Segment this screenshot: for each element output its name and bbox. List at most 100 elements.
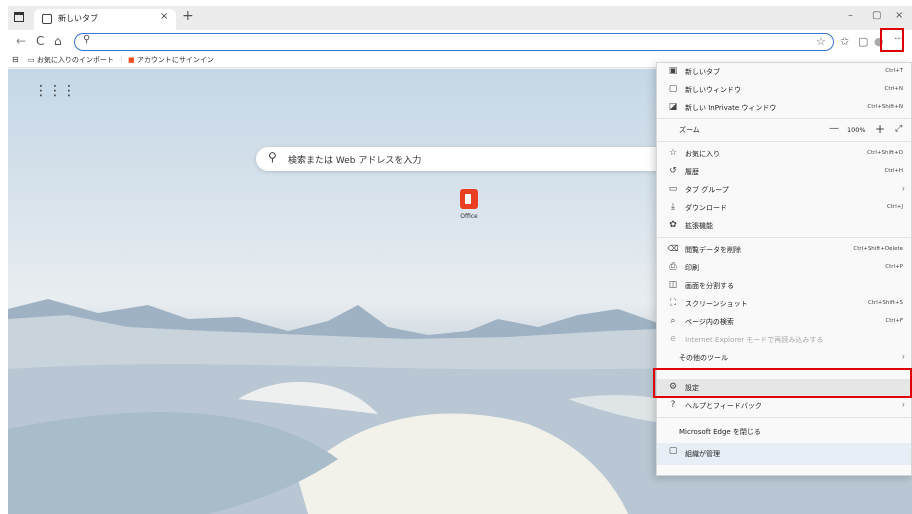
tab-close-icon[interactable]: × xyxy=(160,11,168,22)
bookmark-import[interactable]: ▭ お気に入りのインポート xyxy=(28,55,114,65)
menu-item-label: タブ グループ xyxy=(685,186,729,194)
menu-item-shortcut: Ctrl+N xyxy=(884,86,903,92)
menu-item-label: 画面を分割する xyxy=(685,282,734,290)
menu-item-more-tools[interactable]: その他のツール › xyxy=(657,349,911,367)
menu-item-extensions[interactable]: ✿ 拡張機能 xyxy=(657,217,911,235)
folder-icon: ▭ xyxy=(28,56,37,64)
menu-item-ie-mode: e Internet Explorer モードで再読み込みする xyxy=(657,331,911,349)
menu-item-label: Microsoft Edge を閉じる xyxy=(679,428,761,436)
refresh-button[interactable]: C xyxy=(36,34,44,48)
menu-item-label: その他のツール xyxy=(679,354,728,362)
search-icon: ⚲ xyxy=(268,150,277,164)
tab-groups-icon: ▭ xyxy=(668,184,678,194)
settings-highlight xyxy=(653,368,912,398)
settings-and-more-menu: ▣ 新しいタブ Ctrl+T ▢ 新しいウィンドウ Ctrl+N ◪ 新しい I… xyxy=(656,62,912,476)
favorites-icon[interactable]: ✩ xyxy=(840,35,849,48)
chevron-right-icon: › xyxy=(901,400,905,409)
menu-item-label: 組織が管理 xyxy=(685,450,720,458)
browser-window: 新しいタブ × + – ▢ × ← C ⌂ ⚲ ☆ ✩ ▢ ● ··· ⊟ ▭ … xyxy=(8,6,912,514)
minimize-button[interactable]: – xyxy=(848,10,853,21)
zoom-in-button[interactable]: + xyxy=(875,122,885,136)
menu-item-shortcut: Ctrl+H xyxy=(884,168,903,174)
menu-item-find-on-page[interactable]: ⌕ ページ内の検索 Ctrl+F xyxy=(657,313,911,331)
divider xyxy=(657,237,911,238)
menu-item-downloads[interactable]: ⤓ ダウンロード Ctrl+J xyxy=(657,199,911,217)
bookmark-label: アカウントにサインイン xyxy=(136,56,214,64)
menu-item-managed-by-org[interactable]: ▢ 組織が管理 xyxy=(657,443,911,465)
menu-item-label: 印刷 xyxy=(685,264,699,272)
back-button[interactable]: ← xyxy=(16,34,26,48)
menu-item-label: スクリーンショット xyxy=(685,300,748,308)
menu-item-shortcut: Ctrl+Shift+S xyxy=(868,300,903,306)
tab-page-icon xyxy=(42,14,52,24)
menu-item-shortcut: Ctrl+P xyxy=(885,264,903,270)
add-favorite-icon[interactable]: ☆ xyxy=(816,35,826,48)
tab-new-tab[interactable]: 新しいタブ × xyxy=(34,9,176,30)
download-icon: ⤓ xyxy=(671,202,675,212)
menu-item-shortcut: Ctrl+Shift+Delete xyxy=(853,246,903,252)
divider xyxy=(657,417,911,418)
fullscreen-icon[interactable]: ⤢ xyxy=(895,124,902,134)
menu-item-label: 閲覧データを削除 xyxy=(685,246,741,254)
trash-icon: ⌫ xyxy=(667,244,679,253)
chevron-right-icon: › xyxy=(901,184,905,193)
web-search-box[interactable]: ⚲ 検索または Web アドレスを入力 xyxy=(256,147,696,171)
menu-item-shortcut: Ctrl+T xyxy=(885,68,903,74)
menu-item-screenshot[interactable]: ⛶ スクリーンショット Ctrl+Shift+S xyxy=(657,295,911,313)
menu-item-new-inprivate-window[interactable]: ◪ 新しい InPrivate ウィンドウ Ctrl+Shift+N xyxy=(657,99,911,117)
menu-item-label: 履歴 xyxy=(685,168,699,176)
menu-item-label: ページ内の検索 xyxy=(685,318,734,326)
new-tab-icon: ▣ xyxy=(668,66,678,76)
screenshot-icon: ⛶ xyxy=(669,298,677,308)
address-bar[interactable]: ⚲ xyxy=(74,33,834,51)
menu-item-split-screen[interactable]: ◫ 画面を分割する xyxy=(657,277,911,295)
menu-item-shortcut: Ctrl+J xyxy=(886,204,903,210)
menu-item-history[interactable]: ↺ 履歴 Ctrl+H xyxy=(657,163,911,181)
menu-item-favorites[interactable]: ☆ お気に入り Ctrl+Shift+O xyxy=(657,145,911,163)
extensions-icon: ✿ xyxy=(669,220,677,230)
menu-item-tab-groups[interactable]: ▭ タブ グループ › xyxy=(657,181,911,199)
menu-item-print[interactable]: ⎙ 印刷 Ctrl+P xyxy=(657,259,911,277)
divider: | xyxy=(120,55,123,63)
menu-item-new-window[interactable]: ▢ 新しいウィンドウ Ctrl+N xyxy=(657,81,911,99)
home-button[interactable]: ⌂ xyxy=(54,34,62,48)
quick-link-label: Office xyxy=(460,213,478,220)
collections-icon[interactable]: ▢ xyxy=(858,35,868,48)
window-menu-icon[interactable] xyxy=(14,12,24,22)
favorites-icon: ☆ xyxy=(668,148,678,158)
split-screen-icon: ◫ xyxy=(668,280,678,290)
find-icon: ⌕ xyxy=(670,316,676,326)
search-icon: ⚲ xyxy=(83,34,91,45)
menu-item-clear-browsing-data[interactable]: ⌫ 閲覧データを削除 Ctrl+Shift+Delete xyxy=(657,241,911,259)
menu-item-label: 新しいタブ xyxy=(685,68,720,76)
menu-item-new-tab[interactable]: ▣ 新しいタブ Ctrl+T xyxy=(657,63,911,81)
menu-item-label: Internet Explorer モードで再読み込みする xyxy=(685,336,824,344)
hub-icon[interactable]: ⊟ xyxy=(12,55,19,64)
zoom-out-button[interactable]: — xyxy=(829,123,839,134)
menu-item-help-feedback[interactable]: ? ヘルプとフィードバック › xyxy=(657,397,911,415)
divider xyxy=(657,118,911,119)
tab-title: 新しいタブ xyxy=(58,14,98,23)
menu-item-shortcut: Ctrl+Shift+N xyxy=(867,104,903,110)
bookmark-label: お気に入りのインポート xyxy=(36,56,114,64)
history-icon: ↺ xyxy=(669,166,677,176)
new-tab-button[interactable]: + xyxy=(182,8,194,24)
menu-item-close-edge[interactable]: Microsoft Edge を閉じる xyxy=(657,423,911,441)
help-icon: ? xyxy=(670,400,676,410)
address-input[interactable] xyxy=(97,35,797,49)
menu-item-label: ズーム xyxy=(679,126,700,134)
close-window-button[interactable]: × xyxy=(895,10,903,21)
microsoft-logo-icon: ■ xyxy=(128,56,135,64)
menu-item-label: ヘルプとフィードバック xyxy=(685,402,762,410)
menu-item-zoom: ズーム — 100% + ⤢ xyxy=(657,121,911,139)
menu-item-label: 新しいウィンドウ xyxy=(685,86,741,94)
maximize-button[interactable]: ▢ xyxy=(872,10,881,21)
chevron-right-icon: › xyxy=(901,352,905,361)
divider xyxy=(657,141,911,142)
quick-link-office[interactable]: Office xyxy=(454,189,484,229)
menu-item-label: 拡張機能 xyxy=(685,222,713,230)
new-window-icon: ▢ xyxy=(668,84,678,94)
toolbar: ← C ⌂ ⚲ ☆ ✩ ▢ ● ··· xyxy=(8,30,912,54)
bookmark-sign-in[interactable]: ■ アカウントにサインイン xyxy=(128,55,214,65)
apps-launcher-icon[interactable]: ⋮⋮⋮ xyxy=(34,83,76,99)
